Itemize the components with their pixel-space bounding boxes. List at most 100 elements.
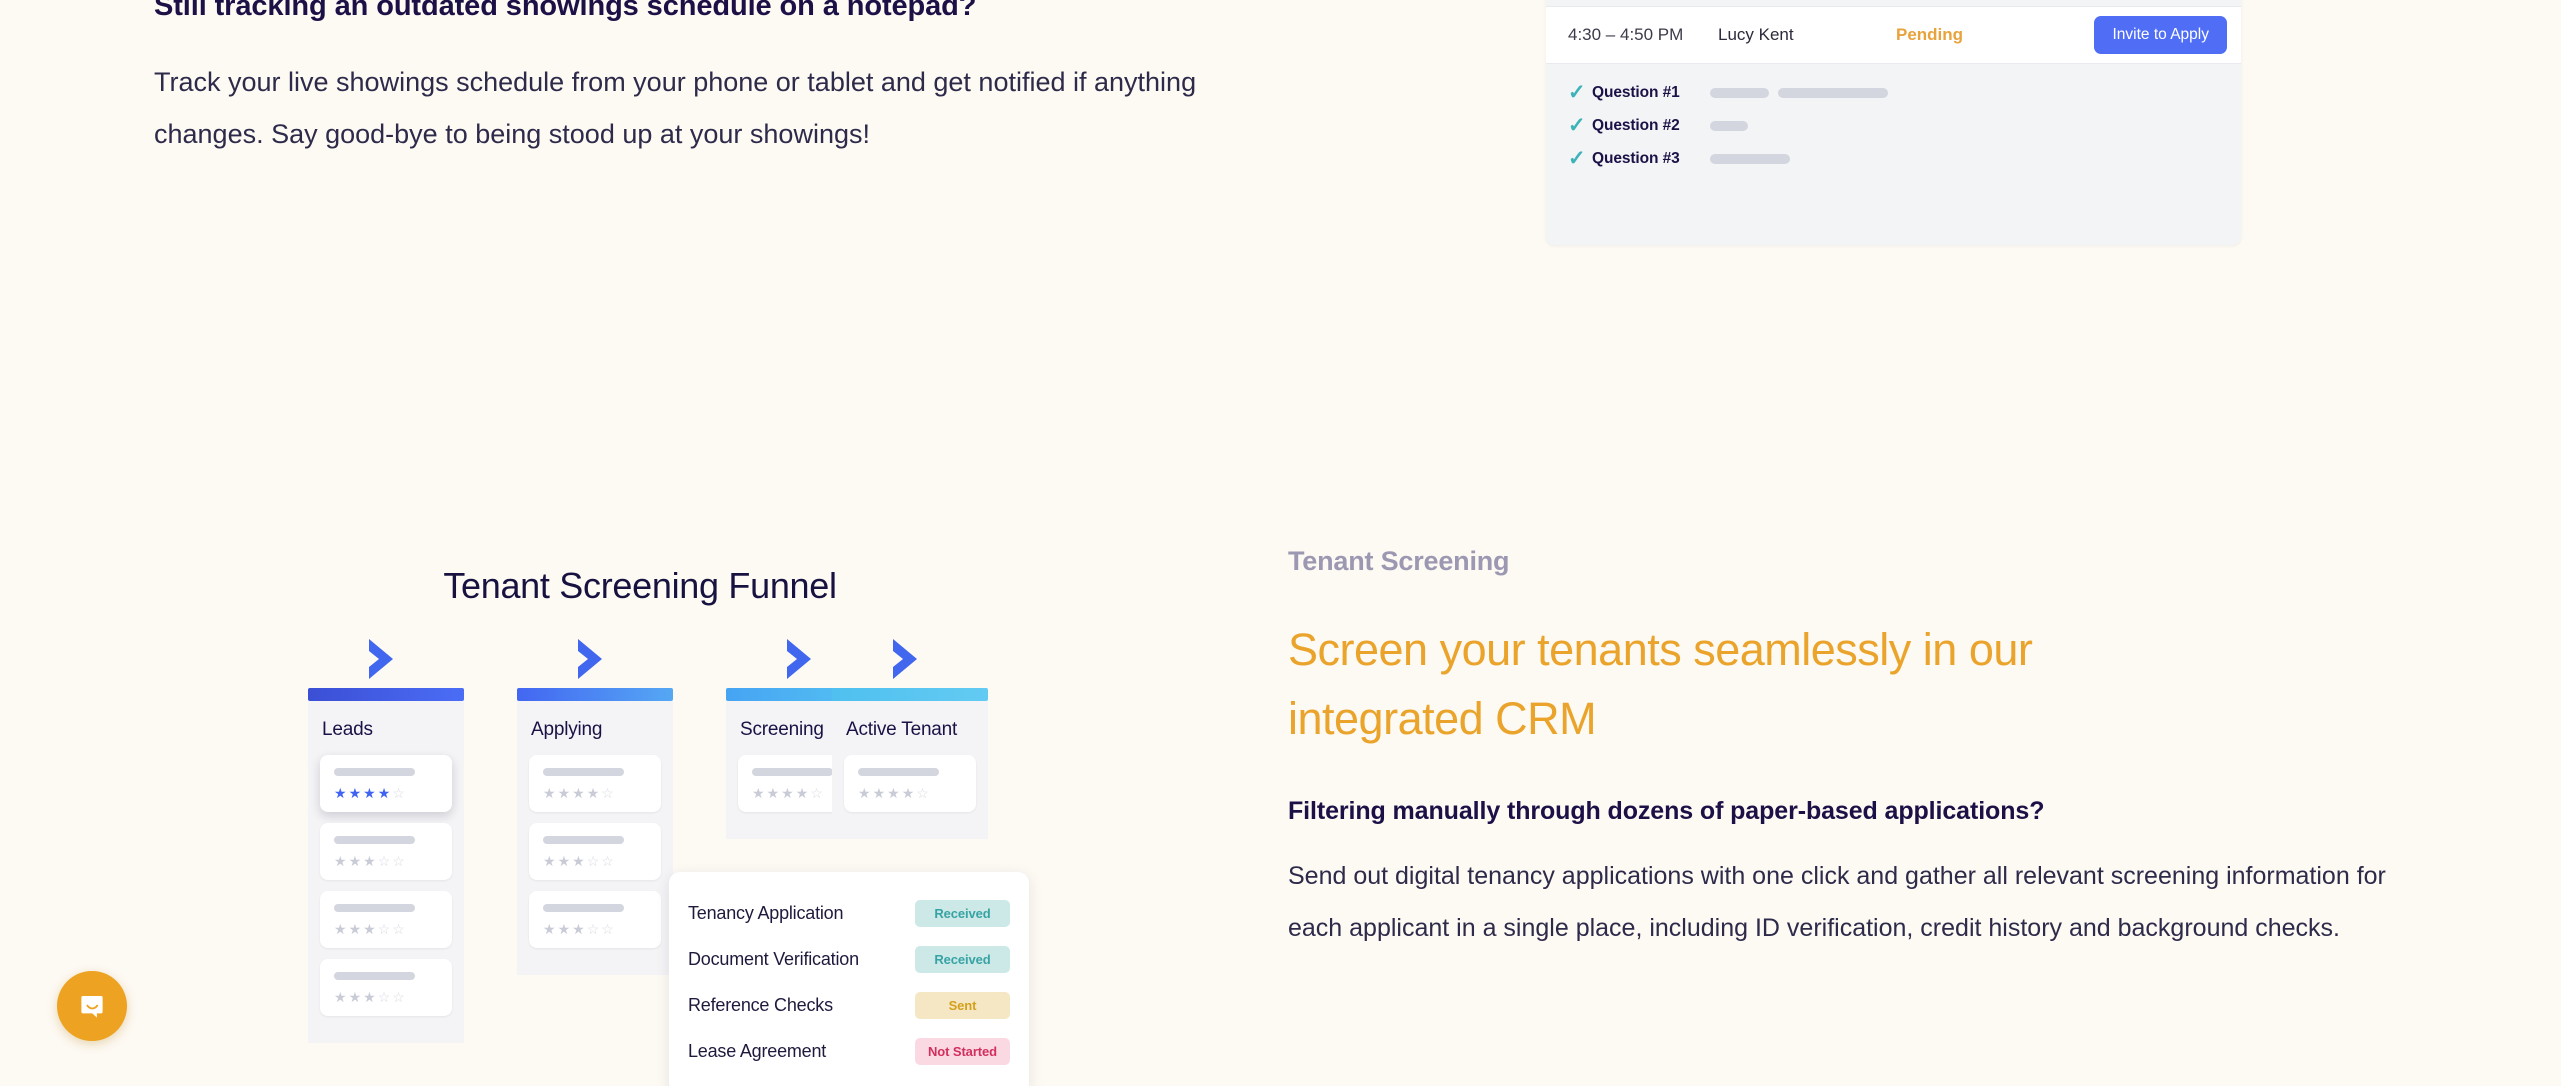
star-empty-icon: ☆: [392, 921, 405, 937]
funnel-column-applying[interactable]: Applying ★ ★ ★ ★ ☆ ★ ★ ★ ☆ ☆ ★ ★ ★ ☆ ☆: [517, 630, 673, 975]
lead-name-skeleton: [334, 972, 416, 980]
star-empty-icon: ☆: [601, 785, 614, 801]
funnel-stage-bar: [308, 688, 464, 701]
skeleton-bar: [1710, 120, 1748, 131]
star-filled-icon: ★: [795, 785, 809, 801]
lead-card[interactable]: ★ ★ ★ ★ ☆: [844, 755, 976, 812]
lead-rating-stars: ★ ★ ★ ☆ ☆: [543, 854, 647, 868]
lead-card[interactable]: ★ ★ ★ ★ ☆: [320, 755, 452, 812]
application-step-label: Reference Checks: [688, 994, 833, 1015]
showings-schedule-card: ✓ Question #2 ✓ Question #3 4:30 – 4:50 PM …: [1546, 0, 2241, 245]
star-empty-icon: ☆: [810, 785, 823, 801]
questions-group-bottom: ✓ Question #1 ✓ Question #2 ✓ Question #3: [1546, 64, 2241, 175]
star-empty-icon: ☆: [392, 853, 405, 869]
chevron-right-icon: [369, 639, 393, 679]
showings-heading: Still tracking an outdated showings sche…: [154, 0, 977, 22]
lead-rating-stars: ★ ★ ★ ☆ ☆: [334, 990, 438, 1004]
star-empty-icon: ☆: [377, 853, 391, 869]
star-filled-icon: ★: [363, 853, 376, 869]
showing-slot-row[interactable]: 4:30 – 4:50 PM Lucy Kent Pending Invite …: [1546, 6, 2241, 64]
application-status-badge: Sent: [915, 991, 1010, 1019]
star-empty-icon: ☆: [377, 989, 391, 1005]
funnel-stage-arrow: [308, 630, 464, 688]
application-step-row: Lease Agreement Not Started: [688, 1028, 1010, 1074]
star-filled-icon: ★: [348, 853, 362, 869]
funnel-stage-label: Applying: [531, 719, 603, 740]
screening-body: Send out digital tenancy applications wi…: [1288, 862, 2386, 942]
star-filled-icon: ★: [348, 785, 362, 801]
skeleton-bar: [1710, 87, 1769, 98]
funnel-column-leads[interactable]: Leads ★ ★ ★ ★ ☆ ★ ★ ★ ☆ ☆ ★ ★ ★ ☆ ☆ ★ ★ ★ ☆ ☆: [308, 630, 464, 1043]
funnel-stage-body: Leads ★ ★ ★ ★ ☆ ★ ★ ★ ☆ ☆ ★ ★ ★ ☆ ☆ ★ ★ ★ ☆ ☆: [308, 701, 464, 1043]
funnel-stage-label: Leads: [322, 719, 373, 740]
star-filled-icon: ★: [901, 785, 915, 801]
funnel-stage-label: Active Tenant: [846, 719, 958, 740]
lead-card[interactable]: ★ ★ ★ ☆ ☆: [529, 823, 661, 880]
star-empty-icon: ☆: [601, 853, 614, 869]
star-filled-icon: ★: [334, 921, 347, 937]
funnel-stage-bar: [832, 688, 988, 701]
chevron-right-icon: [787, 639, 811, 679]
chat-bubble-smile-icon: [81, 996, 103, 1018]
lead-name-skeleton: [858, 768, 940, 776]
chevron-right-icon: [893, 639, 917, 679]
star-filled-icon: ★: [572, 785, 585, 801]
lead-rating-stars: ★ ★ ★ ★ ☆: [334, 786, 438, 800]
star-filled-icon: ★: [557, 785, 571, 801]
star-filled-icon: ★: [557, 921, 571, 937]
slot-attendee-name: Lucy Kent: [1718, 25, 1794, 44]
star-filled-icon: ★: [348, 921, 362, 937]
screening-text-block: Tenant Screening Screen your tenants sea…: [1288, 546, 2408, 954]
application-step-label: Document Verification: [688, 948, 859, 969]
application-step-row: Document Verification Received: [688, 936, 1010, 982]
star-filled-icon: ★: [334, 989, 347, 1005]
screening-eyebrow: Tenant Screening: [1288, 546, 1510, 576]
lead-card[interactable]: ★ ★ ★ ★ ☆: [529, 755, 661, 812]
star-empty-icon: ☆: [586, 853, 600, 869]
lead-name-skeleton: [543, 836, 625, 844]
answer-skeleton: [1710, 87, 1888, 98]
star-filled-icon: ★: [334, 785, 347, 801]
chat-launcher-button[interactable]: [57, 971, 127, 1041]
lead-name-skeleton: [543, 768, 625, 776]
star-filled-icon: ★: [858, 785, 871, 801]
lead-card[interactable]: ★ ★ ★ ☆ ☆: [320, 823, 452, 880]
star-filled-icon: ★: [363, 921, 376, 937]
lead-rating-stars: ★ ★ ★ ☆ ☆: [334, 922, 438, 936]
lead-name-skeleton: [334, 768, 416, 776]
slot-time: 4:30 – 4:50 PM: [1568, 25, 1684, 44]
lead-rating-stars: ★ ★ ★ ☆ ☆: [543, 922, 647, 936]
application-step-label: Tenancy Application: [688, 902, 844, 923]
star-empty-icon: ☆: [601, 921, 614, 937]
application-step-label: Lease Agreement: [688, 1040, 827, 1061]
lead-card[interactable]: ★ ★ ★ ☆ ☆: [320, 959, 452, 1016]
lead-name-skeleton: [752, 768, 834, 776]
star-filled-icon: ★: [543, 853, 556, 869]
application-status-badge: Received: [915, 945, 1010, 973]
lead-rating-stars: ★ ★ ★ ★ ☆: [543, 786, 647, 800]
answer-skeleton: [1710, 153, 1790, 164]
lead-rating-stars: ★ ★ ★ ★ ☆: [858, 786, 962, 800]
star-empty-icon: ☆: [377, 921, 391, 937]
star-filled-icon: ★: [572, 853, 585, 869]
check-icon: ✓: [1568, 114, 1586, 137]
question-row: ✓ Question #3: [1546, 142, 2241, 175]
screening-subheading: Filtering manually through dozens of pap…: [1288, 797, 2045, 825]
star-filled-icon: ★: [543, 921, 556, 937]
showings-body: Track your live showings schedule from y…: [154, 67, 1197, 149]
star-filled-icon: ★: [887, 785, 900, 801]
star-filled-icon: ★: [557, 853, 571, 869]
star-filled-icon: ★: [377, 785, 391, 801]
application-status-card: Tenancy Application Received Document Veri…: [669, 872, 1029, 1086]
star-filled-icon: ★: [766, 785, 780, 801]
screening-heading: Screen your tenants seamlessly in our in…: [1288, 624, 2033, 744]
funnel-column-active-tenant[interactable]: Active Tenant ★ ★ ★ ★ ☆: [832, 630, 988, 839]
lead-name-skeleton: [334, 904, 416, 912]
answer-skeleton: [1710, 120, 1748, 131]
star-filled-icon: ★: [334, 853, 347, 869]
lead-card[interactable]: ★ ★ ★ ☆ ☆: [529, 891, 661, 948]
star-empty-icon: ☆: [586, 921, 600, 937]
lead-card[interactable]: ★ ★ ★ ☆ ☆: [320, 891, 452, 948]
invite-to-apply-button[interactable]: Invite to Apply: [2094, 16, 2227, 54]
application-step-row: Reference Checks Sent: [688, 982, 1010, 1028]
